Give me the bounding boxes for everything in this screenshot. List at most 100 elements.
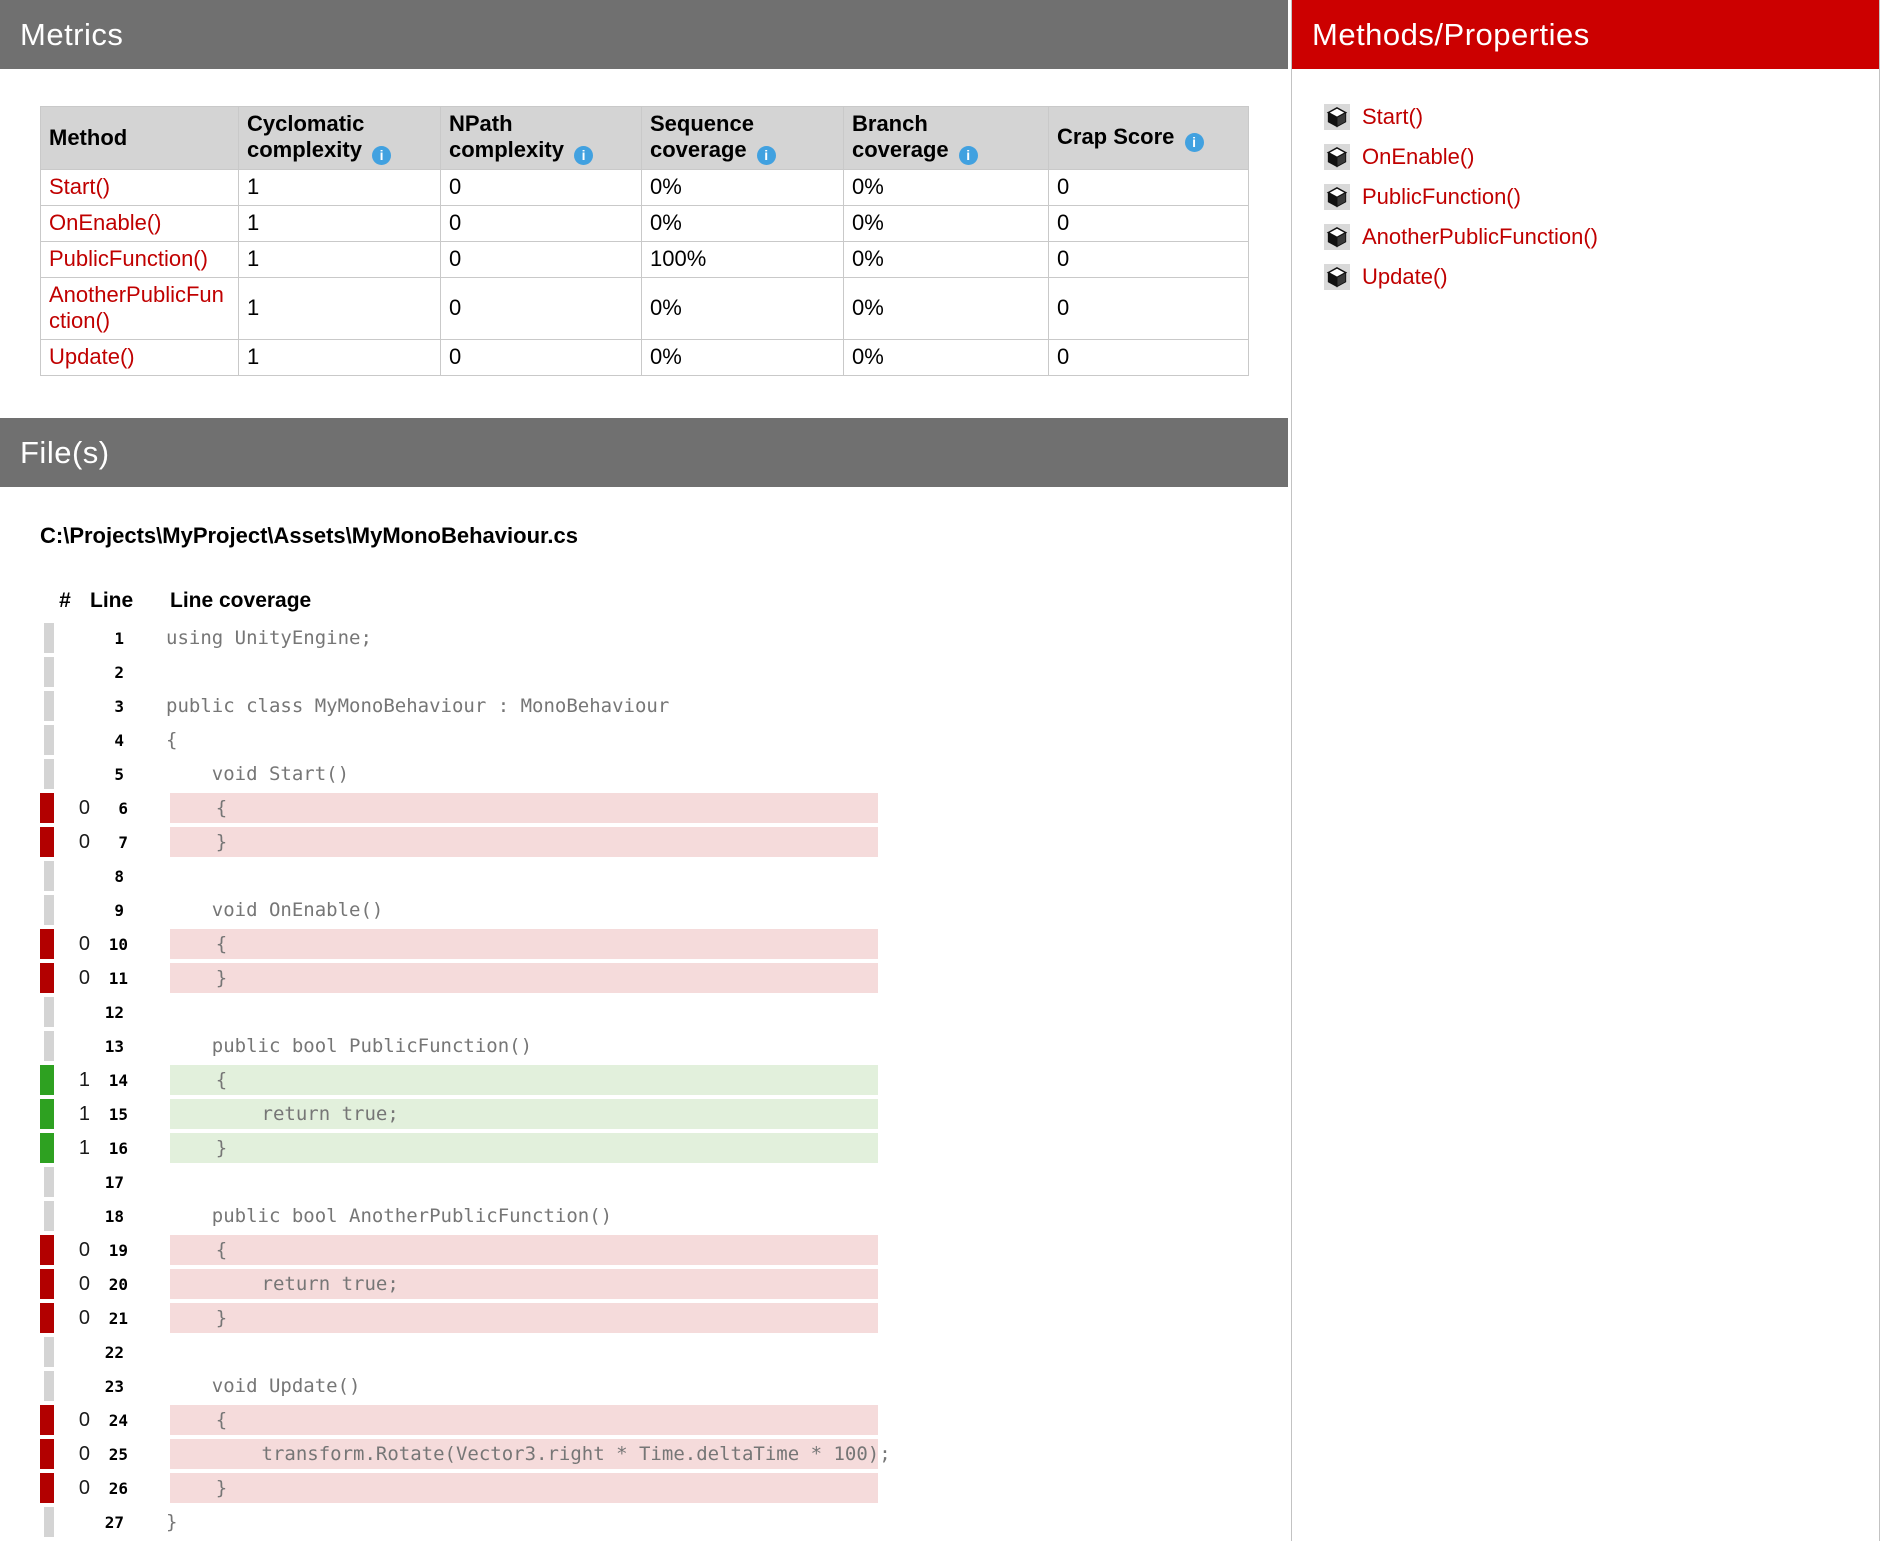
code-text: } [170, 1473, 878, 1503]
sidebar-item-start[interactable]: Start() [1324, 97, 1879, 137]
line-number: 22 [86, 1343, 124, 1362]
method-link-publicfunction[interactable]: PublicFunction() [49, 246, 208, 271]
col-method: Method [41, 107, 239, 170]
files-section-header: File(s) [0, 418, 1288, 487]
visit-count: 0 [60, 797, 90, 820]
sidebar-link-start[interactable]: Start() [1362, 104, 1423, 130]
metrics-table-container: Method Cyclomaticcomplexity NPathcomplex… [0, 69, 1288, 376]
code-text: public class MyMonoBehaviour : MonoBehav… [166, 691, 874, 721]
code-line-row: 2 [40, 655, 1288, 689]
cell-crap: 0 [1049, 169, 1249, 205]
visit-count: 0 [60, 1307, 90, 1330]
code-line-row: 27} [40, 1505, 1288, 1539]
coverage-gutter-bar [40, 827, 54, 857]
sidebar-item-onenable[interactable]: OnEnable() [1324, 137, 1879, 177]
coverage-gutter-bar [44, 725, 54, 755]
cube-icon [1324, 144, 1350, 170]
code-text: void Start() [166, 759, 874, 789]
sidebar-item-publicfunction[interactable]: PublicFunction() [1324, 177, 1879, 217]
line-number: 23 [86, 1377, 124, 1396]
info-icon [757, 146, 776, 165]
code-text: return true; [170, 1269, 878, 1299]
visit-count: 1 [60, 1137, 90, 1160]
coverage-gutter-bar [44, 691, 54, 721]
sidebar-link-onenable[interactable]: OnEnable() [1362, 144, 1475, 170]
cell-crap: 0 [1049, 205, 1249, 241]
code-text: } [166, 1507, 874, 1537]
cube-icon [1324, 264, 1350, 290]
line-number: 20 [90, 1275, 128, 1294]
code-text: } [170, 1303, 878, 1333]
code-line-row: 17 [40, 1165, 1288, 1199]
coverage-gutter-bar [40, 1303, 54, 1333]
code-text: return true; [170, 1099, 878, 1129]
code-text: void Update() [166, 1371, 874, 1401]
sidebar-item-anotherpublicfunction[interactable]: AnotherPublicFunction() [1324, 217, 1879, 257]
coverage-gutter-bar [44, 1031, 54, 1061]
coverage-gutter-bar [40, 1405, 54, 1435]
coverage-gutter-bar [40, 1473, 54, 1503]
method-link-anotherpublicfunction[interactable]: AnotherPublicFunction() [49, 282, 224, 333]
table-row: OnEnable() 1 0 0% 0% 0 [41, 205, 1249, 241]
method-link-start[interactable]: Start() [49, 174, 110, 199]
line-number: 26 [90, 1479, 128, 1498]
sidebar-link-anotherpublicfunction[interactable]: AnotherPublicFunction() [1362, 224, 1598, 250]
file-content: C:\Projects\MyProject\Assets\MyMonoBehav… [0, 523, 1288, 1539]
coverage-gutter-bar [40, 929, 54, 959]
visit-count: 1 [60, 1069, 90, 1092]
line-number: 11 [90, 969, 128, 988]
coverage-gutter-bar [40, 963, 54, 993]
code-line-row: 114 { [40, 1063, 1288, 1097]
col-npath-complexity: NPathcomplexity [441, 107, 642, 170]
code-text [166, 1167, 874, 1197]
cell-crap: 0 [1049, 241, 1249, 277]
cell-branch: 0% [844, 241, 1049, 277]
table-row: Start() 1 0 0% 0% 0 [41, 169, 1249, 205]
code-line-row: 026 } [40, 1471, 1288, 1505]
code-text: public bool AnotherPublicFunction() [166, 1201, 874, 1231]
method-link-onenable[interactable]: OnEnable() [49, 210, 162, 235]
coverage-gutter-bar [40, 1065, 54, 1095]
visit-count: 0 [60, 1239, 90, 1262]
info-icon [959, 146, 978, 165]
code-line-row: 3 public class MyMonoBehaviour : MonoBeha… [40, 689, 1288, 723]
code-line-row: 010 { [40, 927, 1288, 961]
line-number: 27 [86, 1513, 124, 1532]
line-number: 16 [90, 1139, 128, 1158]
line-number: 2 [86, 663, 124, 682]
code-line-row: 07 } [40, 825, 1288, 859]
coverage-gutter-bar [40, 1269, 54, 1299]
line-number: 8 [86, 867, 124, 886]
code-text: { [170, 1405, 878, 1435]
code-line-row: 23 void Update() [40, 1369, 1288, 1403]
coverage-gutter-bar [44, 1371, 54, 1401]
line-number: 18 [86, 1207, 124, 1226]
coverage-gutter-bar [40, 793, 54, 823]
coverage-gutter-bar [44, 861, 54, 891]
code-line-row: 024 { [40, 1403, 1288, 1437]
line-number: 10 [90, 935, 128, 954]
code-text: { [170, 793, 878, 823]
code-line-row: 18 public bool AnotherPublicFunction() [40, 1199, 1288, 1233]
cube-icon [1324, 184, 1350, 210]
coverage-gutter-bar [44, 759, 54, 789]
cell-cyclomatic: 1 [239, 169, 441, 205]
code-text: { [170, 1065, 878, 1095]
cell-sequence: 0% [642, 205, 844, 241]
sidebar-link-update[interactable]: Update() [1362, 264, 1448, 290]
code-line-row: 22 [40, 1335, 1288, 1369]
sidebar-link-publicfunction[interactable]: PublicFunction() [1362, 184, 1521, 210]
coverage-gutter-bar [44, 1507, 54, 1537]
cell-npath: 0 [441, 339, 642, 375]
cell-npath: 0 [441, 241, 642, 277]
cell-npath: 0 [441, 277, 642, 339]
visit-count: 0 [60, 967, 90, 990]
code-coverage-table: 1using UnityEngine; 2 3public class MyMo… [34, 621, 1288, 1539]
code-text: public bool PublicFunction() [166, 1031, 874, 1061]
coverage-gutter-bar [44, 997, 54, 1027]
line-number: 7 [90, 833, 128, 852]
method-link-update[interactable]: Update() [49, 344, 135, 369]
methods-properties-title: Methods/Properties [1312, 17, 1590, 53]
line-number: 3 [86, 697, 124, 716]
sidebar-item-update[interactable]: Update() [1324, 257, 1879, 297]
